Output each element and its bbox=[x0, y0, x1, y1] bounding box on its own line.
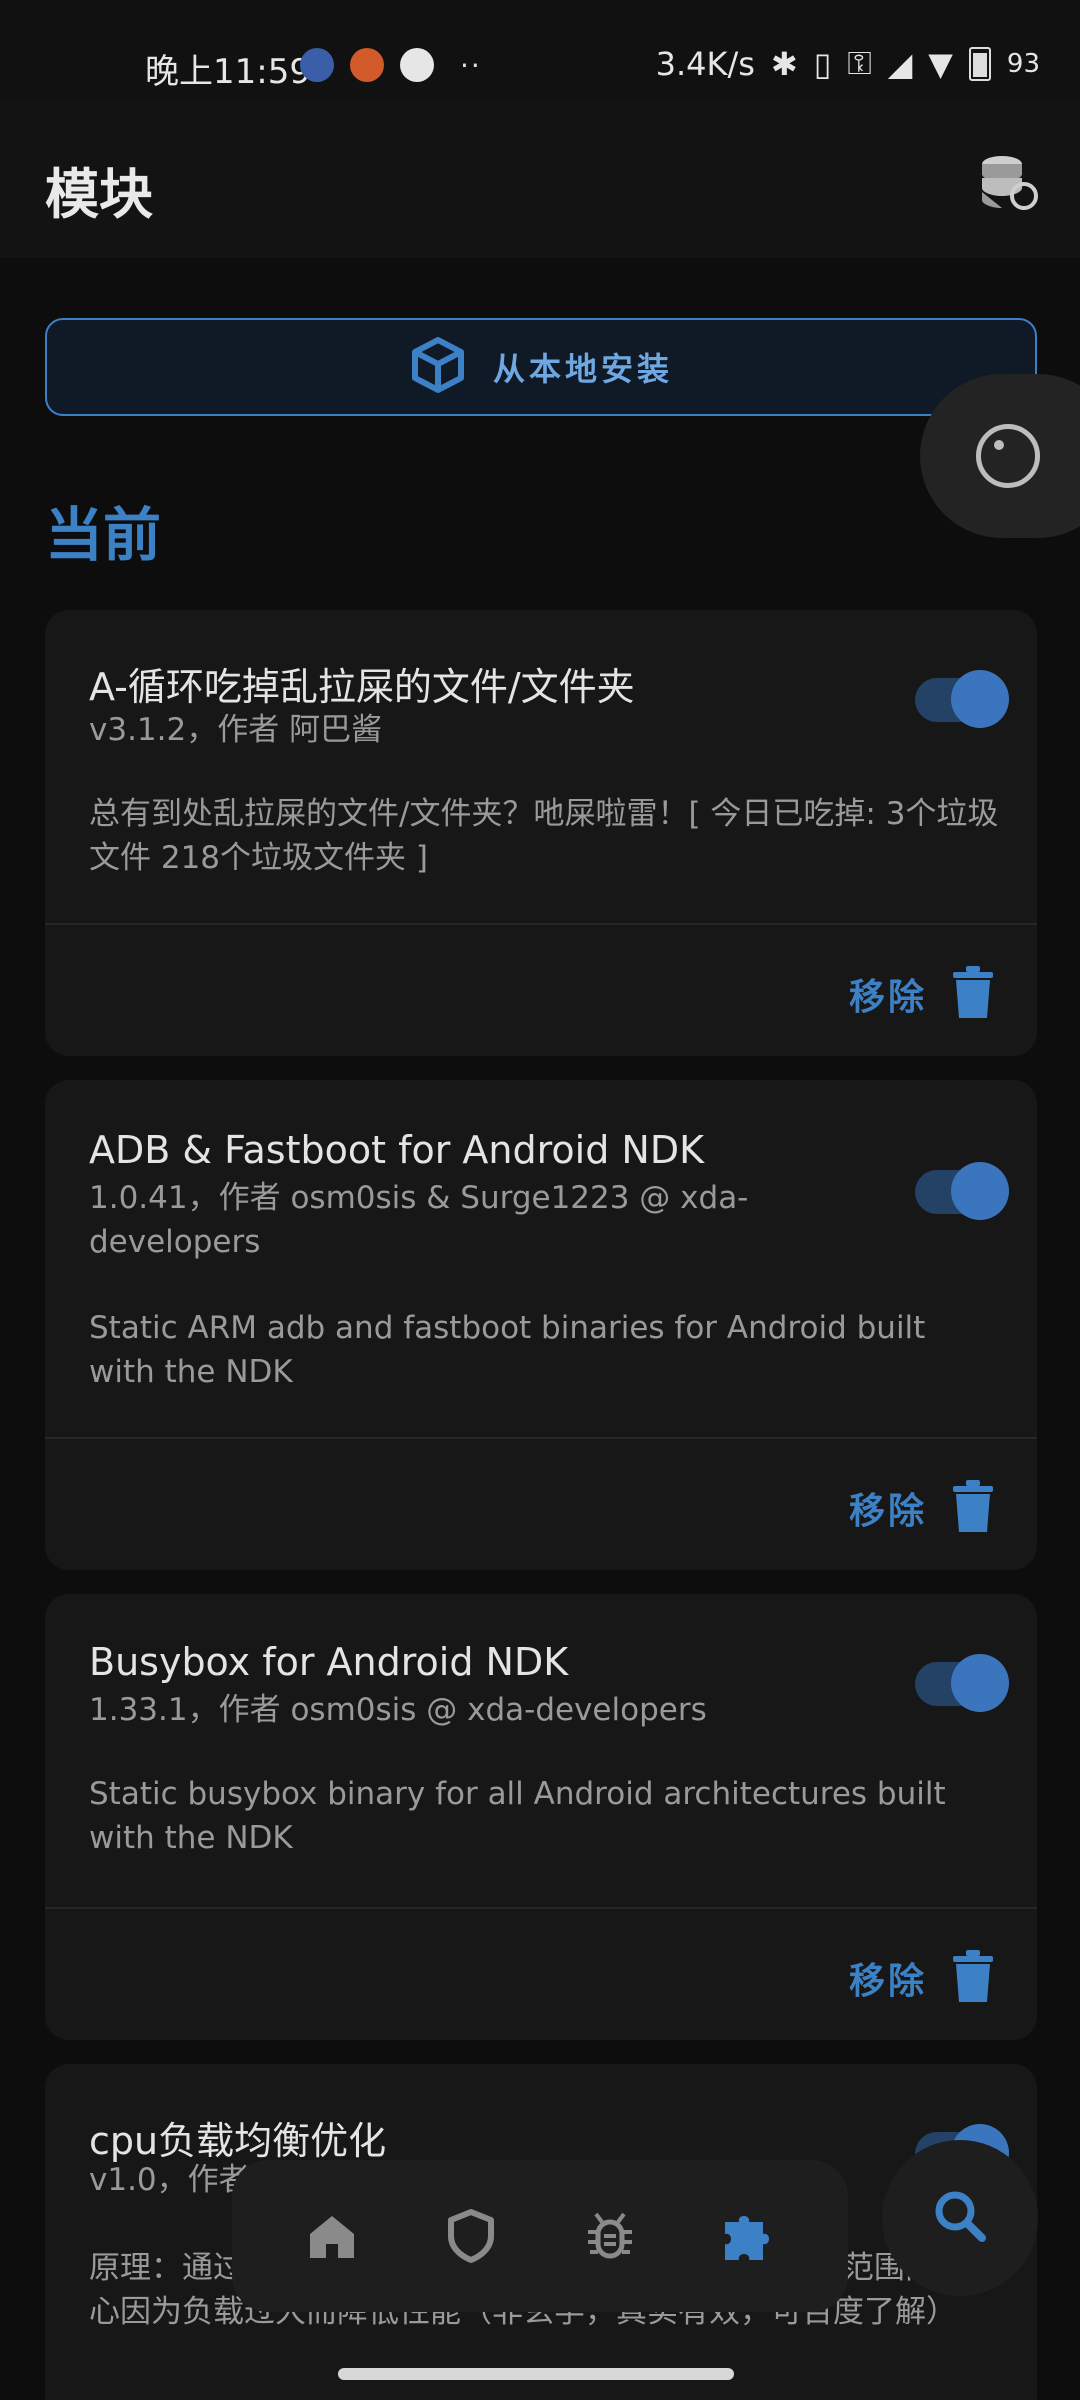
status-bar: 晚上11:59 ·· 3.4K/s ✱ ▯ ⚿ ◢ ▼ 93 bbox=[0, 0, 1080, 100]
assist-ring-icon bbox=[976, 424, 1040, 488]
module-name: cpu负载均衡优化 bbox=[89, 2119, 387, 2163]
module-meta: 1.33.1，作者 osm0sis @ xda-developers bbox=[89, 1692, 707, 1728]
check-icon bbox=[400, 48, 434, 82]
vibrate-icon: ▯ bbox=[813, 44, 832, 83]
bottom-navigation bbox=[232, 2160, 848, 2312]
key-icon: ⚿ bbox=[847, 44, 872, 82]
nav-home-icon[interactable] bbox=[297, 2201, 367, 2271]
nav-bug-icon[interactable] bbox=[575, 2201, 645, 2271]
module-card: Busybox for Android NDK 1.33.1，作者 osm0si… bbox=[45, 1594, 1037, 2040]
database-sync-icon[interactable] bbox=[976, 150, 1040, 214]
module-name: Busybox for Android NDK bbox=[89, 1640, 569, 1684]
wifi-icon: ▼ bbox=[928, 44, 953, 83]
module-card: A-循环吃掉乱拉屎的文件/文件夹 v3.1.2，作者 阿巴酱 总有到处乱拉屎的文… bbox=[45, 610, 1037, 1056]
trash-icon bbox=[953, 1950, 993, 2006]
module-enable-toggle[interactable] bbox=[915, 670, 1009, 728]
module-meta: 1.0.41，作者 osm0sis & Surge1223 @ xda-deve… bbox=[89, 1180, 749, 1260]
module-enable-toggle[interactable] bbox=[915, 1162, 1009, 1220]
signal-icon: ◢ bbox=[887, 44, 913, 83]
bluetooth-icon: ✱ bbox=[770, 44, 798, 83]
more-notifications-icon: ·· bbox=[460, 48, 482, 82]
divider bbox=[45, 1437, 1037, 1439]
qq-icon bbox=[300, 48, 334, 82]
module-name: ADB & Fastboot for Android NDK bbox=[89, 1128, 704, 1172]
module-description: 总有到处乱拉屎的文件/文件夹？吔屎啦雷！[ 今日已吃掉: 3个垃圾文件 218个… bbox=[89, 796, 999, 876]
remove-label: 移除 bbox=[848, 1961, 927, 2002]
app-icon bbox=[350, 48, 384, 82]
install-from-local-button[interactable]: 从本地安装 bbox=[45, 318, 1037, 416]
install-label: 从本地安装 bbox=[492, 350, 673, 388]
notification-icons: ·· bbox=[300, 48, 482, 82]
battery-level: 93 bbox=[1006, 48, 1040, 79]
section-title-current: 当前 bbox=[45, 501, 162, 569]
trash-icon bbox=[953, 966, 993, 1022]
divider bbox=[45, 1907, 1037, 1909]
module-enable-toggle[interactable] bbox=[915, 1654, 1009, 1712]
module-description: Static ARM adb and fastboot binaries for… bbox=[89, 1310, 926, 1390]
remove-button[interactable]: 移除 bbox=[849, 966, 993, 1022]
floating-assist-button[interactable] bbox=[920, 374, 1080, 538]
status-time: 晚上11:59 bbox=[145, 52, 311, 92]
package-icon bbox=[409, 336, 467, 398]
remove-label: 移除 bbox=[848, 1491, 927, 1532]
battery-icon bbox=[968, 46, 991, 81]
remove-label: 移除 bbox=[848, 977, 927, 1018]
divider bbox=[45, 923, 1037, 925]
search-icon bbox=[930, 2186, 990, 2250]
remove-button[interactable]: 移除 bbox=[849, 1950, 993, 2006]
status-right: 3.4K/s ✱ ▯ ⚿ ◢ ▼ 93 bbox=[656, 44, 1040, 83]
home-indicator[interactable] bbox=[338, 2368, 734, 2380]
trash-icon bbox=[953, 1480, 993, 1536]
page-title: 模块 bbox=[45, 163, 153, 226]
search-fab[interactable] bbox=[882, 2140, 1038, 2296]
nav-puzzle-icon[interactable] bbox=[714, 2201, 784, 2271]
module-card: ADB & Fastboot for Android NDK 1.0.41，作者… bbox=[45, 1080, 1037, 1570]
net-speed: 3.4K/s bbox=[655, 44, 755, 83]
module-description: Static busybox binary for all Android ar… bbox=[89, 1776, 946, 1856]
module-meta: v3.1.2，作者 阿巴酱 bbox=[89, 712, 383, 748]
nav-shield-icon[interactable] bbox=[436, 2201, 506, 2271]
app-bar: 模块 bbox=[0, 100, 1080, 258]
module-name: A-循环吃掉乱拉屎的文件/文件夹 bbox=[89, 665, 635, 709]
remove-button[interactable]: 移除 bbox=[849, 1480, 993, 1536]
